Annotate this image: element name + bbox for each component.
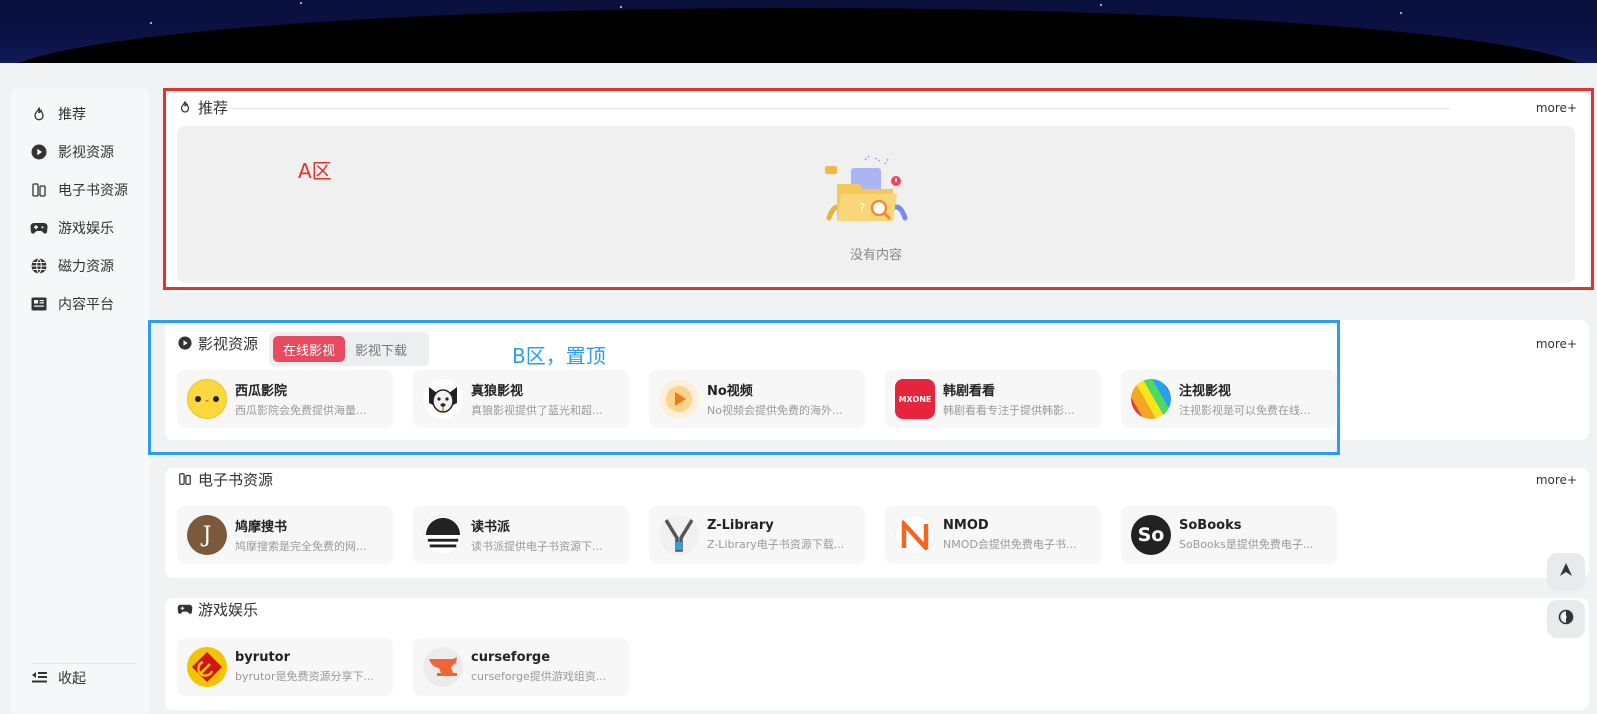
header-banner (0, 0, 1597, 63)
nmod-logo-icon (895, 515, 935, 555)
video-more-link[interactable]: more+ (1536, 337, 1577, 351)
sidebar-item-label: 游戏娱乐 (58, 221, 114, 237)
book-icon (30, 181, 48, 199)
sidebar-item-video[interactable]: 影视资源 (30, 140, 114, 164)
zlibrary-logo-icon (659, 515, 699, 555)
sobooks-logo-icon: So (1131, 515, 1171, 555)
moon-icon (1558, 609, 1574, 629)
annotation-box-a (163, 88, 1594, 290)
play-circle-icon (30, 143, 48, 161)
sidebar-item-label: 内容平台 (58, 297, 114, 313)
sidebar-item-content-platform[interactable]: 内容平台 (30, 292, 114, 316)
arrow-up-icon (1558, 562, 1574, 582)
sidebar-item-ebook[interactable]: 电子书资源 (30, 178, 128, 202)
dushupai-logo-icon (423, 515, 463, 555)
site-card-nmod[interactable]: NMOD NMOD会提供免费电子书... (885, 506, 1101, 564)
game-title: 游戏娱乐 (177, 598, 258, 620)
sidebar-item-label: 磁力资源 (58, 259, 114, 275)
site-card-jiumo[interactable]: J 鸠摩搜书 鸠摩搜索是完全免费的网... (177, 506, 393, 564)
site-card-sobooks[interactable]: So SoBooks SoBooks是提供免费电子... (1121, 506, 1337, 564)
annotation-label-b: B区，置顶 (512, 344, 606, 368)
annotation-box-b (148, 320, 1340, 455)
byrutor-logo-icon (187, 647, 227, 687)
theme-toggle-button[interactable] (1547, 600, 1585, 638)
jiumo-logo-icon: J (187, 515, 227, 555)
book-icon (177, 471, 193, 487)
sidebar-item-recommend[interactable]: 推荐 (30, 102, 86, 126)
back-to-top-button[interactable] (1547, 553, 1585, 591)
game-section: 游戏娱乐 m byrutor byrutor是免费资源分享下... cursef… (165, 598, 1589, 710)
sidebar-item-game[interactable]: 游戏娱乐 (30, 216, 114, 240)
flame-icon (30, 105, 48, 123)
sidebar-item-label: 收起 (58, 671, 86, 687)
ebook-title: 电子书资源 (177, 468, 273, 490)
ebook-section: 电子书资源 more+ J 鸠摩搜书 鸠摩搜索是完全免费的网... 读书派 读书… (165, 468, 1589, 578)
sidebar-item-label: 推荐 (58, 107, 86, 123)
sidebar-divider (32, 663, 136, 664)
sidebar-item-magnet[interactable]: 磁力资源 (30, 254, 114, 278)
sidebar: 推荐 影视资源 电子书资源 游戏娱乐 磁力资源 内容平台 收起 (10, 88, 150, 714)
gamepad-icon (30, 219, 48, 237)
sidebar-item-label: 影视资源 (58, 145, 114, 161)
site-card-dushupai[interactable]: 读书派 读书派提供电子书资源下... (413, 506, 629, 564)
site-card-curseforge[interactable]: curseforge curseforge提供游戏组资... (413, 638, 629, 696)
site-card-byrutor[interactable]: byrutor byrutor是免费资源分享下... (177, 638, 393, 696)
ebook-more-link[interactable]: more+ (1536, 473, 1577, 487)
curseforge-logo-icon (423, 647, 463, 687)
annotation-label-a: A区 (298, 159, 332, 183)
newspaper-icon (30, 295, 48, 313)
sidebar-collapse-button[interactable]: 收起 (30, 666, 86, 690)
site-card-zlibrary[interactable]: Z-Library Z-Library电子书资源下载... (649, 506, 865, 564)
collapse-icon (30, 669, 48, 687)
globe-icon (30, 257, 48, 275)
gamepad-icon (177, 601, 193, 617)
sidebar-item-label: 电子书资源 (58, 183, 128, 199)
